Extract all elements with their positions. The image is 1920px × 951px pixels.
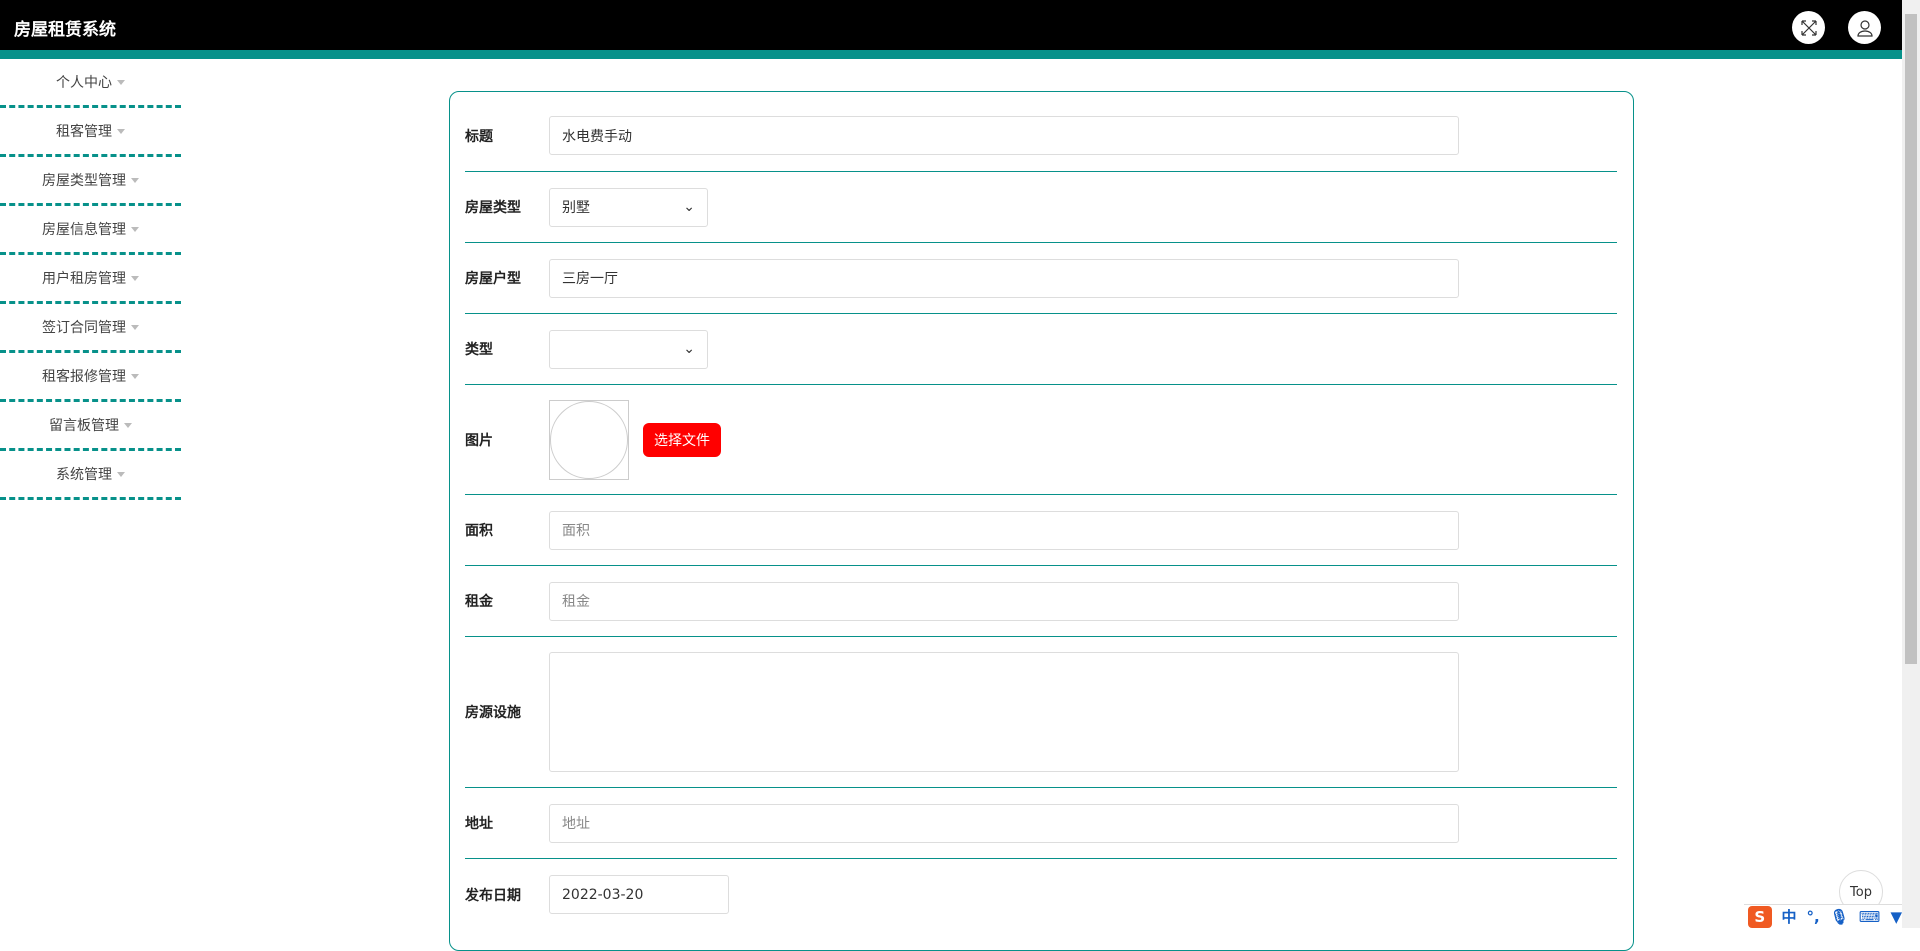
layout-input[interactable]: 三房一厅: [549, 258, 1459, 298]
form-row-area: 面积 面积: [465, 495, 1617, 566]
expand-icon: [1800, 19, 1817, 36]
field-label: 标题: [465, 128, 493, 145]
microphone-icon[interactable]: 🎙: [1830, 908, 1849, 926]
top-header: 房屋租赁系统: [0, 0, 1902, 50]
user-icon: [1856, 19, 1873, 37]
sidebar-item-label: 系统管理: [56, 467, 112, 483]
facilities-textarea[interactable]: [549, 652, 1459, 772]
caret-down-icon: [131, 275, 139, 281]
sidebar-item-tenants[interactable]: 租客管理: [0, 108, 181, 157]
address-input[interactable]: 地址: [549, 803, 1459, 843]
field-label: 房屋户型: [465, 271, 521, 287]
selected-value: 别墅: [562, 200, 590, 216]
keyboard-icon[interactable]: ⌨: [1859, 908, 1881, 926]
ime-punct-toggle[interactable]: °,: [1807, 908, 1820, 926]
form-row-rent: 租金 租金: [465, 566, 1617, 637]
field-label: 发布日期: [465, 887, 521, 904]
sidebar-item-system[interactable]: 系统管理: [0, 451, 181, 500]
form-row-address: 地址 地址: [465, 788, 1617, 859]
caret-down-icon: [131, 373, 139, 379]
form-row-type: 类型 ⌄: [465, 314, 1617, 385]
edit-form: 标题 水电费手动 房屋类型 别墅 ⌄ 房屋户型 三房一厅 类型 ⌄ 图片 选择文件…: [449, 91, 1634, 951]
sidebar-item-label: 签订合同管理: [42, 320, 126, 336]
sidebar-item-label: 租客报修管理: [42, 369, 126, 385]
form-row-image: 图片 选择文件: [465, 385, 1617, 495]
sidebar-item-personal[interactable]: 个人中心: [0, 59, 181, 108]
accent-bar: [0, 50, 1902, 59]
field-label: 房屋类型: [465, 200, 521, 216]
house-type-select[interactable]: 别墅 ⌄: [549, 187, 708, 227]
type-select[interactable]: ⌄: [549, 329, 708, 369]
sidebar-item-contracts[interactable]: 签订合同管理: [0, 304, 181, 353]
ime-toolbar: S 中 °, 🎙 ⌨ ▼: [1744, 904, 1902, 928]
sidebar-item-label: 租客管理: [56, 124, 112, 140]
sidebar-item-repairs[interactable]: 租客报修管理: [0, 353, 181, 402]
sidebar: 个人中心 租客管理 房屋类型管理 房屋信息管理 用户租房管理 签订合同管理 租客…: [0, 59, 181, 500]
skin-icon[interactable]: ▼: [1890, 908, 1902, 926]
sidebar-item-label: 房屋信息管理: [42, 222, 126, 238]
form-row-facilities: 房源设施: [465, 637, 1617, 788]
date-input[interactable]: 2022-03-20: [549, 875, 729, 914]
caret-down-icon: [117, 128, 125, 134]
choose-file-button[interactable]: 选择文件: [643, 422, 721, 457]
fullscreen-button[interactable]: [1792, 11, 1825, 44]
caret-down-icon: [131, 177, 139, 183]
field-label: 地址: [465, 816, 493, 832]
caret-down-icon: [131, 324, 139, 330]
area-input[interactable]: 面积: [549, 510, 1459, 550]
sogou-logo-icon: S: [1748, 905, 1772, 928]
scrollbar[interactable]: [1902, 0, 1920, 928]
caret-down-icon: [131, 226, 139, 232]
caret-down-icon: [117, 471, 125, 477]
sidebar-item-house-types[interactable]: 房屋类型管理: [0, 157, 181, 206]
sidebar-item-house-info[interactable]: 房屋信息管理: [0, 206, 181, 255]
ime-lang-toggle[interactable]: 中: [1782, 906, 1797, 927]
rent-input[interactable]: 租金: [549, 581, 1459, 621]
sidebar-item-label: 个人中心: [56, 75, 112, 91]
field-label: 图片: [465, 432, 493, 449]
field-label: 租金: [465, 594, 493, 610]
form-row-date: 发布日期 2022-03-20: [465, 859, 1617, 930]
field-label: 类型: [465, 342, 493, 358]
app-title: 房屋租赁系统: [14, 20, 116, 40]
field-label: 面积: [465, 523, 493, 539]
sidebar-item-label: 用户租房管理: [42, 271, 126, 287]
sidebar-item-messages[interactable]: 留言板管理: [0, 402, 181, 451]
sidebar-item-label: 房屋类型管理: [42, 173, 126, 189]
scrollbar-thumb[interactable]: [1905, 14, 1917, 664]
sidebar-item-rentals[interactable]: 用户租房管理: [0, 255, 181, 304]
caret-down-icon: [117, 79, 125, 85]
sidebar-item-label: 留言板管理: [49, 418, 119, 434]
user-button[interactable]: [1848, 11, 1881, 44]
form-row-house-type: 房屋类型 别墅 ⌄: [465, 172, 1617, 243]
chevron-down-icon: ⌄: [683, 341, 695, 357]
form-row-title: 标题 水电费手动: [465, 92, 1617, 172]
form-row-layout: 房屋户型 三房一厅: [465, 243, 1617, 314]
image-preview: [549, 399, 629, 480]
caret-down-icon: [124, 422, 132, 428]
title-input[interactable]: 水电费手动: [549, 116, 1459, 155]
chevron-down-icon: ⌄: [683, 199, 695, 215]
field-label: 房源设施: [465, 705, 521, 721]
